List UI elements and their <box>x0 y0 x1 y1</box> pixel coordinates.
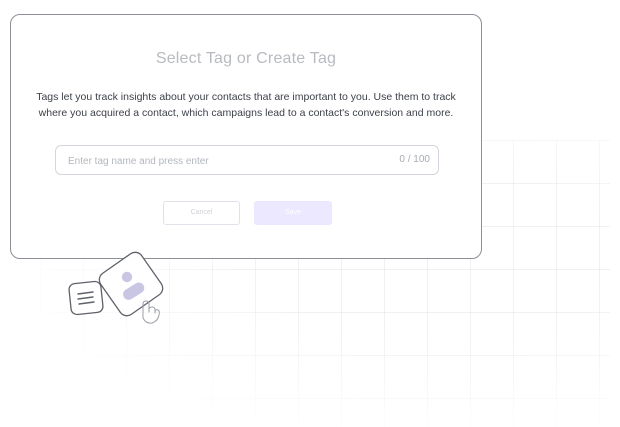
tag-modal: Select Tag or Create Tag Tags let you tr… <box>10 14 482 259</box>
tag-name-input[interactable] <box>66 146 370 176</box>
cancel-button[interactable]: Cancel <box>163 201 240 225</box>
modal-title: Select Tag or Create Tag <box>155 50 337 67</box>
tag-input-field[interactable]: 0 / 100 <box>55 145 439 176</box>
char-counter: 0 / 100 <box>399 154 430 165</box>
save-button[interactable]: Save <box>254 201 332 225</box>
modal-description: Tags let you track insights about your c… <box>36 91 456 119</box>
